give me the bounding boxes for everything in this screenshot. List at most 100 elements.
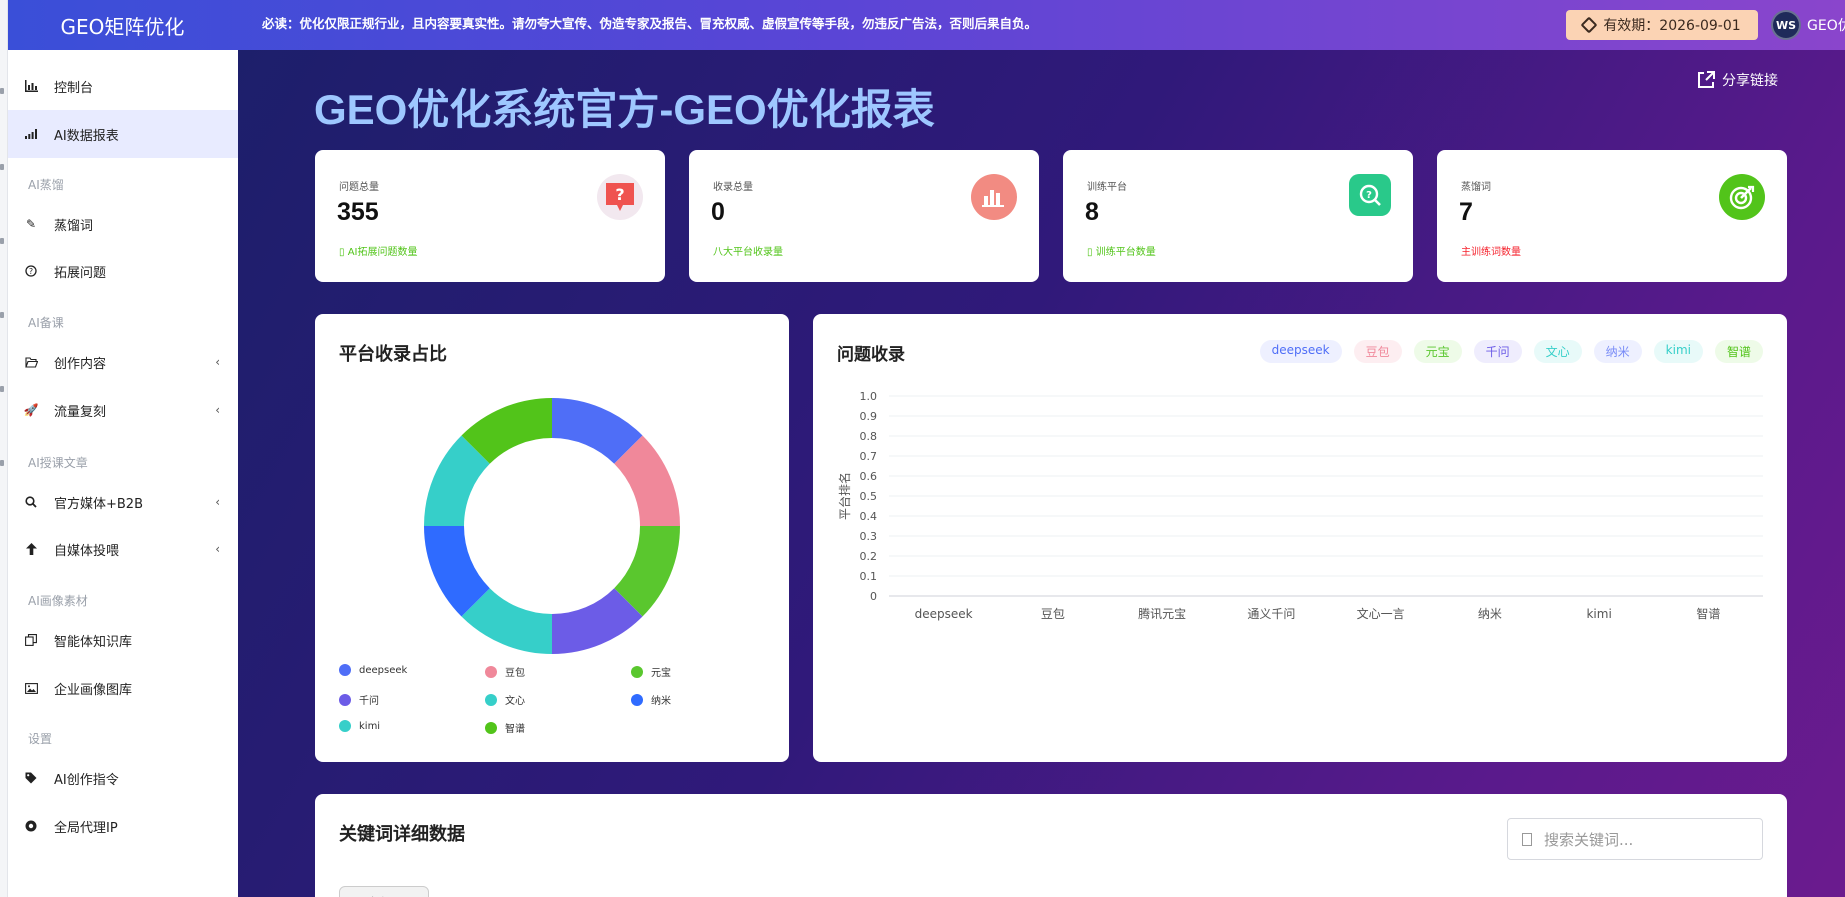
- bar-chart-icon: [971, 174, 1017, 220]
- y-tick-label: 0.9: [860, 410, 878, 423]
- y-tick-label: 0.6: [860, 470, 878, 483]
- stat-card-indexed: 收录总量 0 八大平台收录量: [689, 150, 1039, 282]
- section-label: 设置: [28, 732, 53, 746]
- y-tick-label: 1.0: [860, 390, 878, 403]
- sidebar-item-label: 创作内容: [54, 356, 107, 372]
- filter-all-button[interactable]: 全部: [339, 886, 429, 897]
- stat-card-distill-words: 蒸馏词 7 主训练词数量: [1437, 150, 1787, 282]
- notice-text: 必读：优化仅限正规行业，且内容要真实性。请勿夸大宣传、伪造专家及报告、冒充权威、…: [262, 16, 1038, 31]
- stat-sub: ▯ AI拓展问题数量: [339, 247, 418, 258]
- x-tick-label: 腾讯元宝: [1138, 606, 1186, 621]
- sidebar-item-traffic-replica[interactable]: 🚀 流量复刻 ‹: [8, 386, 238, 434]
- keyword-data-card: 关键词详细数据 搜索关键词... 全部: [315, 794, 1787, 897]
- y-tick-label: 0.2: [860, 550, 878, 563]
- sidebar-item-label: 企业画像图库: [54, 682, 133, 698]
- chevron-left-icon[interactable]: ‹: [215, 542, 220, 556]
- y-tick-label: 0.4: [860, 510, 878, 523]
- x-tick-label: 纳米: [1478, 607, 1502, 621]
- sidebar-item-label: 智能体知识库: [54, 634, 133, 650]
- arrow-up-icon: [24, 542, 38, 556]
- sidebar-item-label: 控制台: [54, 80, 94, 96]
- chevron-left-icon[interactable]: ‹: [215, 355, 220, 369]
- chrome-icon: [24, 819, 38, 833]
- left-edge-strip: [0, 0, 8, 897]
- search-icon: [1522, 832, 1532, 846]
- legend-item[interactable]: 纳米: [631, 692, 671, 707]
- search-placeholder: 搜索关键词...: [1544, 830, 1634, 849]
- chart-bar-icon: [24, 79, 38, 93]
- chip-zhipu[interactable]: 智谱: [1714, 340, 1763, 363]
- y-tick-label: 0.7: [860, 450, 878, 463]
- stat-value: 0: [711, 198, 725, 226]
- legend-item[interactable]: 千问: [339, 692, 379, 707]
- chevron-left-icon[interactable]: ‹: [215, 495, 220, 509]
- question-bubble-icon: ?: [597, 174, 643, 220]
- legend-item[interactable]: deepseek: [339, 664, 407, 676]
- x-tick-label: kimi: [1586, 607, 1611, 621]
- rocket-icon: 🚀: [23, 403, 39, 417]
- folder-open-icon: [24, 355, 38, 369]
- avatar[interactable]: WS: [1771, 10, 1801, 40]
- chip-yuanbao[interactable]: 元宝: [1413, 340, 1462, 363]
- keyword-search-input[interactable]: 搜索关键词...: [1507, 818, 1763, 860]
- stat-label: 蒸馏词: [1461, 182, 1491, 193]
- sidebar-item-ai-prompt[interactable]: AI创作指令: [8, 754, 238, 802]
- sidebar-item-distill-words[interactable]: ✎ 蒸馏词: [8, 200, 238, 248]
- chip-wenxin[interactable]: 文心: [1533, 340, 1582, 363]
- chip-kimi[interactable]: kimi: [1653, 340, 1703, 363]
- validity-badge: 有效期：2026-09-01: [1566, 10, 1758, 40]
- section-label: AI画像素材: [28, 594, 88, 608]
- card-title: 平台收录占比: [339, 344, 447, 365]
- legend-item[interactable]: 智谱: [485, 720, 525, 735]
- chip-qianwen[interactable]: 千问: [1473, 340, 1522, 363]
- sidebar-item-proxy-ip[interactable]: 全局代理IP: [8, 802, 238, 850]
- stat-value: 8: [1085, 198, 1099, 226]
- sidebar-item-self-media[interactable]: 自媒体投喂 ‹: [8, 525, 238, 573]
- sidebar-item-expand-questions[interactable]: ? 拓展问题: [8, 247, 238, 295]
- card-title: 关键词详细数据: [339, 824, 465, 845]
- chip-nami[interactable]: 纳米: [1593, 340, 1642, 363]
- stat-sub: 主训练词数量: [1461, 247, 1521, 258]
- section-label: AI蒸馏: [28, 178, 64, 192]
- y-axis-label: 平台排名: [837, 472, 852, 520]
- sidebar-item-label: 官方媒体+B2B: [54, 496, 144, 512]
- stat-value: 7: [1459, 198, 1473, 226]
- sidebar-item-ai-report[interactable]: AI数据报表: [8, 110, 238, 158]
- sidebar: 控制台 AI数据报表 AI蒸馏 ✎ 蒸馏词 ? 拓展问题 AI备课 创作内容 ‹…: [8, 50, 238, 897]
- legend-item[interactable]: 豆包: [485, 664, 525, 679]
- validity-text: 有效期：2026-09-01: [1603, 18, 1741, 34]
- sidebar-item-official-media[interactable]: 官方媒体+B2B ‹: [8, 478, 238, 526]
- sidebar-item-label: AI创作指令: [54, 772, 119, 788]
- stat-value: 355: [337, 198, 379, 226]
- share-link-button[interactable]: 分享链接: [1696, 70, 1778, 90]
- user-menu[interactable]: WS GEO优: [1771, 10, 1845, 40]
- sidebar-item-agent-kb[interactable]: 智能体知识库: [8, 616, 238, 664]
- y-tick-label: 0: [870, 590, 877, 603]
- stat-sub: 八大平台收录量: [713, 247, 783, 258]
- legend-item[interactable]: 文心: [485, 692, 525, 707]
- stat-label: 问题总量: [339, 182, 379, 193]
- sidebar-item-create-content[interactable]: 创作内容 ‹: [8, 338, 238, 386]
- sidebar-item-label: 自媒体投喂: [54, 543, 120, 559]
- sidebar-item-image-gallery[interactable]: 企业画像图库: [8, 664, 238, 712]
- pie-chart: [424, 398, 680, 654]
- question-circle-icon: ?: [24, 264, 38, 278]
- stat-card-platforms: 训练平台 8 ▯ 训练平台数量 ?: [1063, 150, 1413, 282]
- page-title: GEO优化系统官方-GEO优化报表: [314, 86, 935, 133]
- brand-logo[interactable]: GEO矩阵优化: [8, 0, 237, 50]
- user-name[interactable]: GEO优: [1807, 15, 1845, 35]
- image-icon: [24, 681, 38, 695]
- x-tick-label: 通义千问: [1247, 607, 1295, 621]
- x-tick-label: 智谱: [1696, 606, 1720, 621]
- chevron-left-icon[interactable]: ‹: [215, 403, 220, 417]
- x-tick-label: 豆包: [1041, 607, 1065, 621]
- legend-item[interactable]: 元宝: [631, 664, 671, 679]
- sidebar-item-label: 全局代理IP: [54, 820, 118, 836]
- sidebar-item-dashboard[interactable]: 控制台: [8, 62, 238, 110]
- signal-icon: [24, 127, 38, 141]
- chip-deepseek[interactable]: deepseek: [1259, 340, 1342, 363]
- chip-doubao[interactable]: 豆包: [1353, 340, 1402, 363]
- card-title: 问题收录: [837, 345, 905, 365]
- svg-text:?: ?: [29, 267, 33, 276]
- legend-item[interactable]: kimi: [339, 720, 380, 732]
